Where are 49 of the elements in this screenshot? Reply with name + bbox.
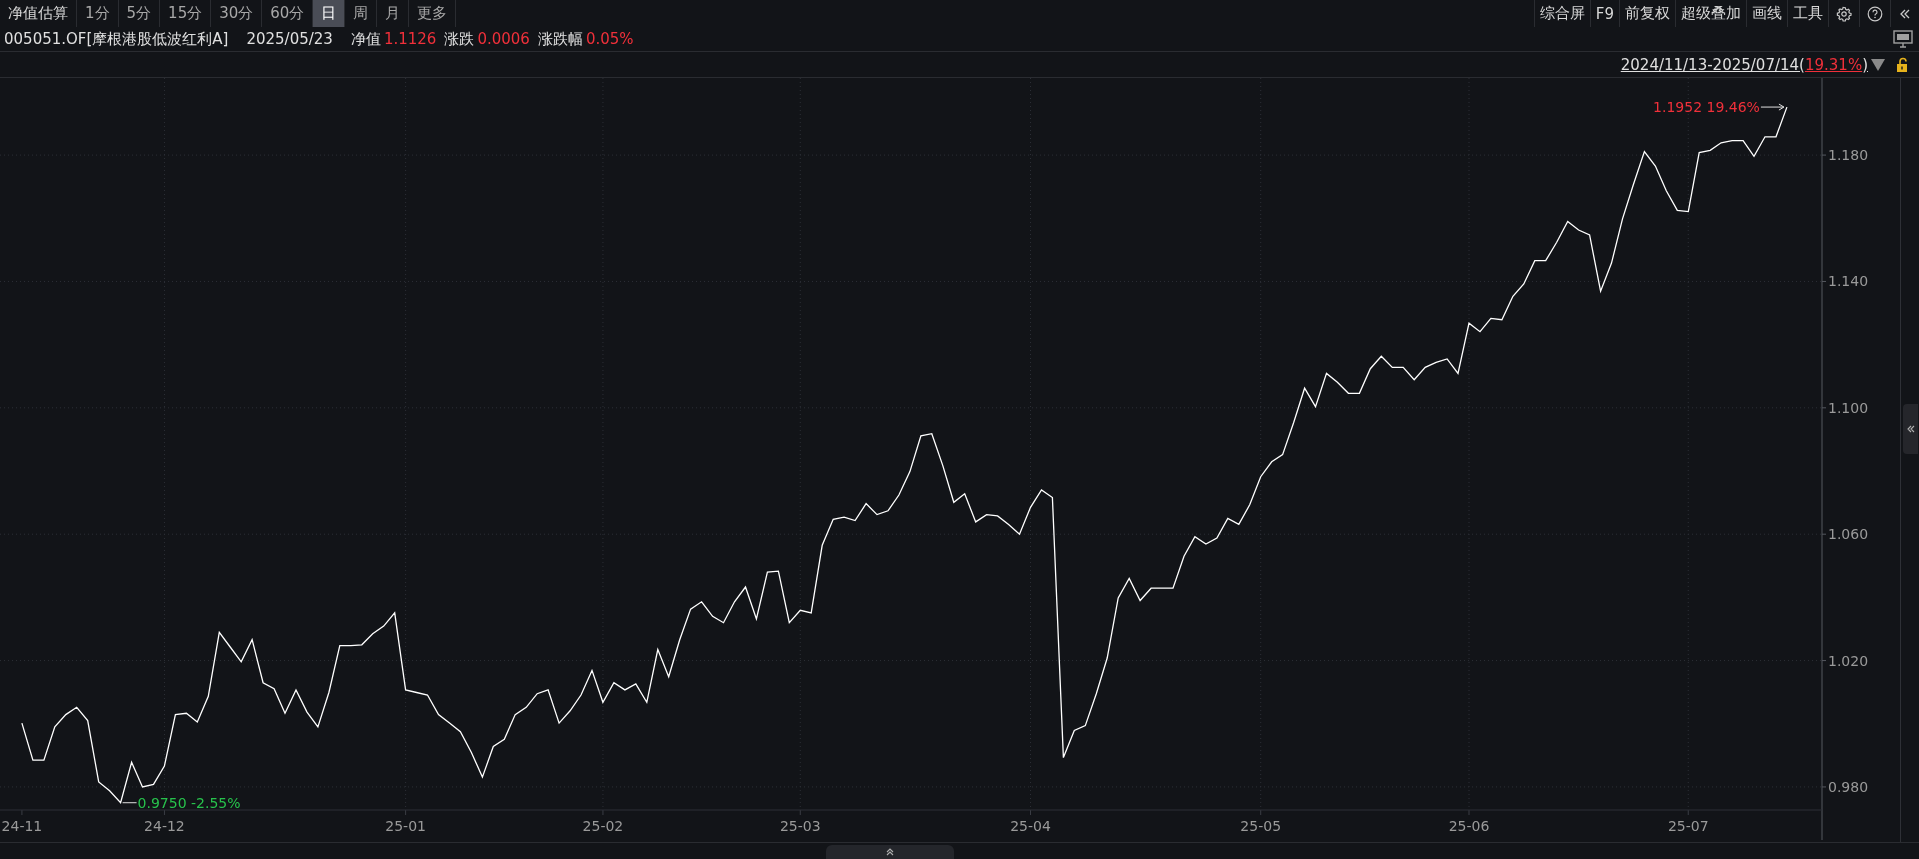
- period-tab[interactable]: 更多: [409, 0, 457, 27]
- date-range[interactable]: 2024/11/13-2025/07/14(: [1620, 55, 1805, 74]
- leader-line: [122, 802, 138, 804]
- period-tab[interactable]: 15分: [160, 0, 212, 27]
- axis-label: 25-06: [1448, 818, 1490, 834]
- period-tab[interactable]: 日: [313, 0, 346, 27]
- field-label: 净值: [350, 29, 381, 49]
- leader-line: [1760, 103, 1785, 111]
- range-paren: ): [1862, 55, 1868, 74]
- fund-name: 005051.OF[摩根港股低波红利A]: [4, 29, 229, 49]
- period-tab[interactable]: 净值估算: [0, 0, 77, 27]
- axis-label: 1.020: [1828, 652, 1869, 669]
- toolbar-button[interactable]: 超级叠加: [1675, 0, 1746, 27]
- annotation-label: 0.9750 -2.55%: [137, 794, 241, 811]
- field-value: 0.0006: [477, 30, 530, 48]
- axis-label: 24-12: [144, 818, 185, 834]
- axis-label: 1.100: [1828, 399, 1869, 416]
- annotation-label: 1.1952 19.46%: [1653, 99, 1760, 116]
- period-tab[interactable]: 周: [345, 0, 378, 27]
- axis-label: 25-01: [385, 818, 426, 834]
- axis-label: 1.180: [1828, 147, 1869, 164]
- period-tab[interactable]: 5分: [118, 0, 161, 27]
- period-tab[interactable]: 30分: [211, 0, 263, 27]
- period-tab[interactable]: 月: [377, 0, 410, 27]
- axis-label: 25-03: [779, 818, 821, 834]
- axis-label: 1.140: [1828, 273, 1869, 290]
- toolbar-button[interactable]: 画线: [1746, 0, 1787, 27]
- toolbar-button[interactable]: 前复权: [1619, 0, 1675, 27]
- period-tab[interactable]: 1分: [77, 0, 119, 27]
- axis-label: 25-04: [1010, 818, 1051, 834]
- axis-label: 25-07: [1667, 818, 1709, 834]
- axis-label: 0.980: [1828, 778, 1869, 795]
- toolbar-button[interactable]: 综合屏: [1533, 0, 1590, 27]
- field-label: 涨跌幅: [537, 29, 583, 49]
- toolbar-button[interactable]: F9: [1589, 0, 1619, 27]
- axis-label: 24-11: [1, 818, 43, 834]
- field-value: 1.1126: [383, 30, 437, 48]
- chevron-up-icon: [884, 847, 895, 857]
- monitor-icon[interactable]: [1893, 30, 1913, 48]
- range-change: 19.31%: [1804, 55, 1863, 74]
- quote-date: 2025/05/23: [246, 30, 333, 48]
- field-value: 0.05%: [585, 30, 634, 48]
- axis-label: 1.060: [1828, 526, 1869, 543]
- field-label: 涨跌: [444, 29, 475, 49]
- axis-label: 25-02: [582, 818, 624, 834]
- toolbar-button[interactable]: 工具: [1787, 0, 1828, 27]
- dropdown-icon[interactable]: [1871, 58, 1885, 71]
- axis-label: 25-05: [1240, 818, 1282, 834]
- chevron-left-icon: [1905, 424, 1916, 434]
